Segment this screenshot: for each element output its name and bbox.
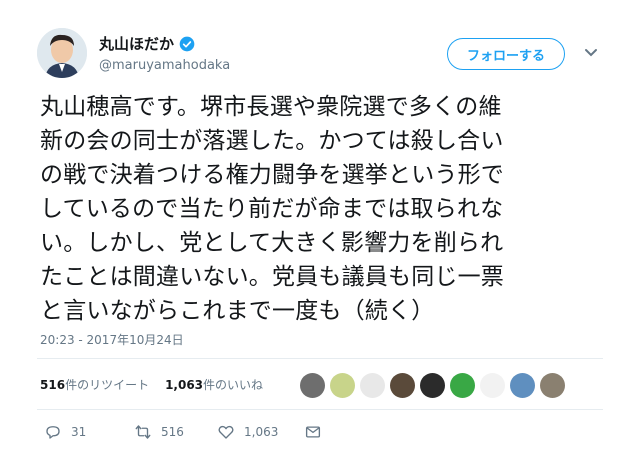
author-name-row[interactable]: 丸山ほだか [99,33,195,54]
liker-avatar[interactable] [420,373,445,398]
liker-avatars [300,373,565,398]
liker-avatar[interactable] [480,373,505,398]
divider [37,409,603,410]
verified-badge-icon [179,36,195,51]
divider [37,358,603,359]
liker-avatar[interactable] [360,373,385,398]
liker-avatar[interactable] [390,373,415,398]
tweet-actions: 31 516 1,063 [44,423,322,441]
mail-icon [305,426,321,438]
like-count: 1,063 [244,425,279,439]
tweet-timestamp[interactable]: 20:23 - 2017年10月24日 [40,331,184,348]
author-handle[interactable]: @maruyamahodaka [99,58,230,73]
liker-avatar[interactable] [540,373,565,398]
tweet-text: 丸山穂高です。堺市長選や衆院選で多くの維 新の会の同士が落選した。かつては殺し合… [40,94,504,324]
avatar[interactable] [37,28,87,78]
retweets-label: 件のリツイート [65,378,150,392]
liker-avatar[interactable] [330,373,355,398]
liker-avatar[interactable] [450,373,475,398]
likes-count: 1,063 [165,378,204,392]
liker-avatar[interactable] [510,373,535,398]
retweets-stat[interactable]: 516件のリツイート [40,376,149,393]
direct-message-action[interactable] [304,423,322,441]
retweet-action[interactable]: 516 [134,423,217,441]
retweets-count: 516 [40,378,66,392]
engagement-stats: 516件のリツイート 1,063件のいいね [40,376,263,393]
like-action[interactable]: 1,063 [217,423,304,441]
liker-avatar[interactable] [300,373,325,398]
heart-icon [218,425,234,439]
reply-action[interactable]: 31 [44,423,134,441]
likes-label: 件のいいね [203,378,264,392]
retweet-count: 516 [161,425,184,439]
follow-button[interactable]: フォローする [447,38,565,70]
retweet-icon [135,425,151,439]
likes-stat[interactable]: 1,063件のいいね [165,376,263,393]
chevron-down-icon[interactable] [584,48,598,58]
reply-icon [46,426,60,439]
reply-count: 31 [71,425,87,439]
profile-photo [37,28,87,78]
author-display-name[interactable]: 丸山ほだか [99,33,174,54]
